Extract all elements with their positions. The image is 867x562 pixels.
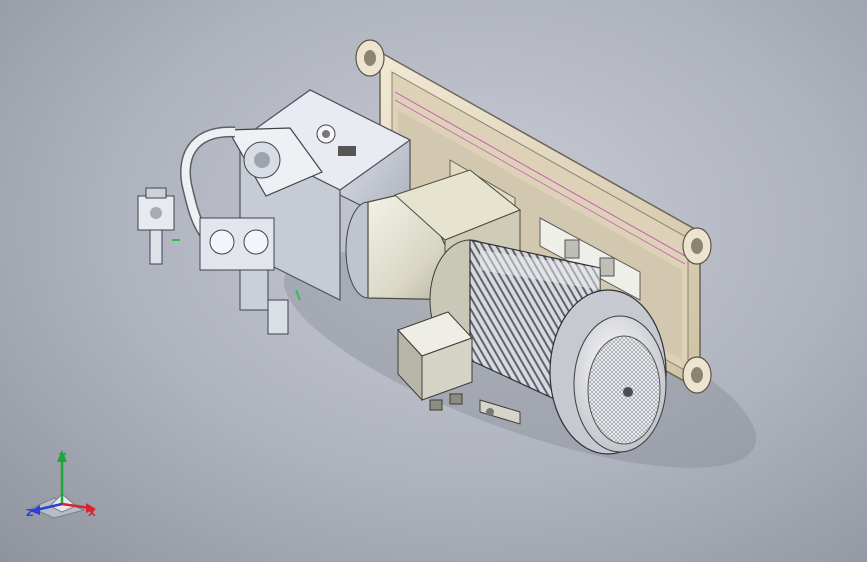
mounting-pad-right-top[interactable] [682, 227, 712, 265]
fan-cover[interactable] [549, 289, 667, 455]
z-axis-label: Z [26, 508, 33, 519]
orientation-triad[interactable]: Y X Z [26, 450, 96, 519]
mounting-pad-top[interactable] [355, 39, 385, 77]
x-axis-label: X [88, 508, 96, 519]
terminal-box[interactable] [397, 311, 473, 411]
shutoff-valve[interactable] [137, 187, 180, 265]
y-axis-label: Y [58, 452, 67, 463]
mounting-pad-right-bottom[interactable] [682, 356, 712, 394]
cad-viewport[interactable]: Y X Z [0, 0, 867, 562]
